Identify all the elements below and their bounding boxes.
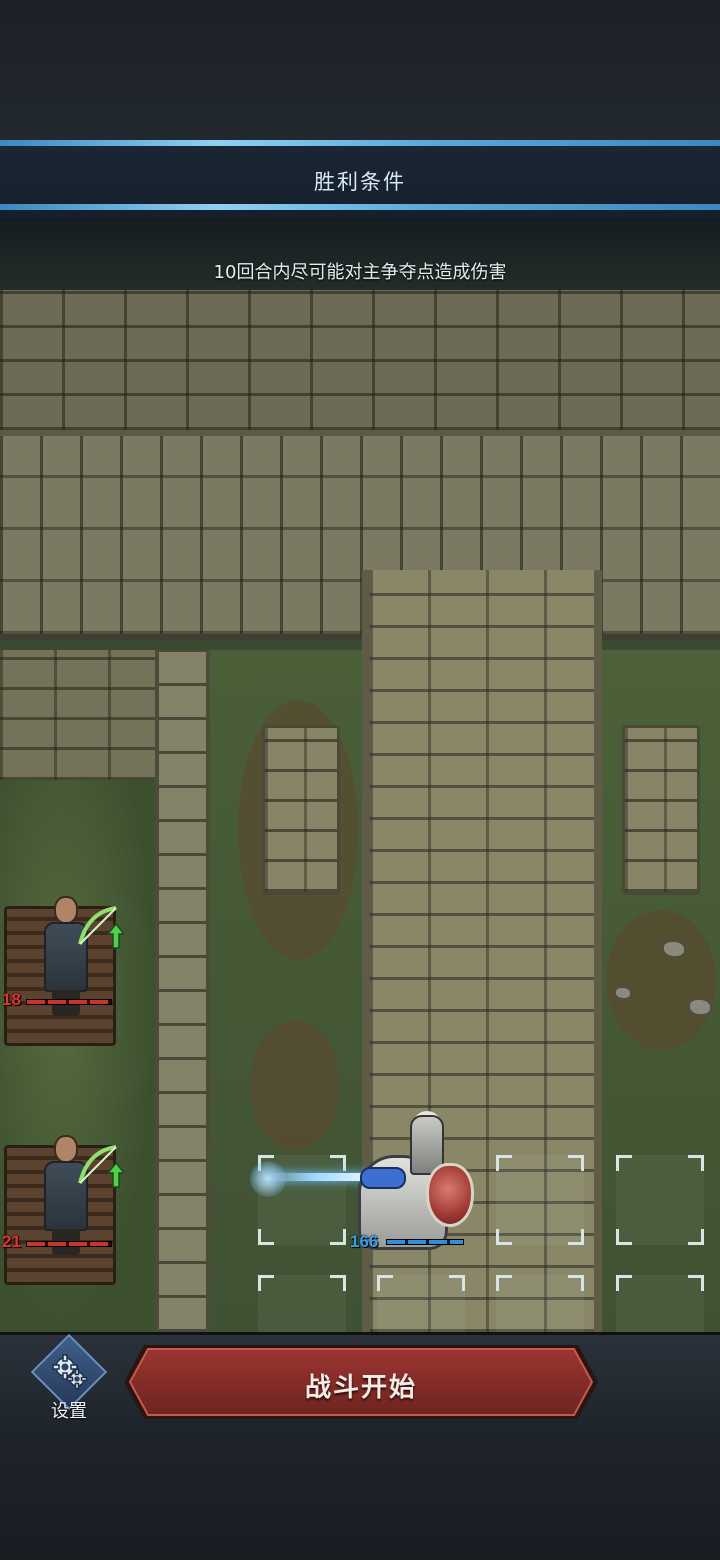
- deploy-slot[interactable]: [258, 1275, 346, 1332]
- start-battle-label: 战斗开始: [304, 1373, 417, 1403]
- victory-conditions-title: 胜利条件: [314, 170, 406, 194]
- battlefield[interactable]: 18 21 166: [0, 140, 720, 1332]
- deploy-slot[interactable]: [496, 1275, 584, 1332]
- victory-conditions-banner: 胜利条件 10回合内尽可能对主争夺点造成伤害: [0, 140, 720, 290]
- dirt-patch: [606, 910, 716, 1050]
- banner-stripe-top: [0, 140, 720, 146]
- castle-wall-face: [0, 430, 720, 640]
- settings-button[interactable]: 设置: [26, 1333, 112, 1422]
- enemy-archer-unit[interactable]: [4, 1135, 124, 1285]
- deploy-slot[interactable]: [377, 1275, 465, 1332]
- dirt-patch: [250, 1020, 340, 1150]
- lance: [258, 1173, 368, 1181]
- rock: [614, 986, 632, 1000]
- player-knight-health-bar: [386, 1239, 464, 1245]
- stone-pillar: [262, 725, 340, 895]
- letterbox-bottom: [0, 1420, 720, 1560]
- game-screen: 18 21 166 胜利条件 10回合内尽可能对主争夺点造成伤害 设置 战斗开始: [0, 0, 720, 1560]
- horse-blue-visor: [360, 1167, 406, 1189]
- player-knight-level: 166: [350, 1232, 379, 1251]
- letterbox-top: [0, 0, 720, 140]
- enemy-archer-level: 18: [2, 990, 21, 1009]
- castle-wall-top: [0, 290, 720, 430]
- red-shield: [426, 1163, 474, 1227]
- deploy-slot[interactable]: [616, 1275, 704, 1332]
- enemy-archer-health-bar: [26, 999, 112, 1005]
- rock: [688, 998, 712, 1016]
- start-battle-button[interactable]: 战斗开始: [122, 1343, 600, 1421]
- rock: [662, 940, 686, 958]
- deploy-slot[interactable]: [496, 1155, 584, 1245]
- gear-icon: [52, 1354, 88, 1390]
- victory-conditions-description: 10回合内尽可能对主争夺点造成伤害: [213, 262, 507, 283]
- enemy-archer-level: 21: [2, 1232, 21, 1251]
- stone-wall-column: [155, 650, 210, 1332]
- bow-upgrade-icon: [78, 906, 124, 949]
- stone-pillar: [622, 725, 700, 895]
- bottom-action-bar: 设置 战斗开始: [0, 1332, 720, 1422]
- bow-upgrade-icon: [78, 1145, 124, 1188]
- banner-stripe-bottom: [0, 204, 720, 210]
- enemy-archer-unit[interactable]: [4, 896, 124, 1046]
- deploy-slot[interactable]: [616, 1155, 704, 1245]
- enemy-archer-health-bar: [26, 1241, 112, 1247]
